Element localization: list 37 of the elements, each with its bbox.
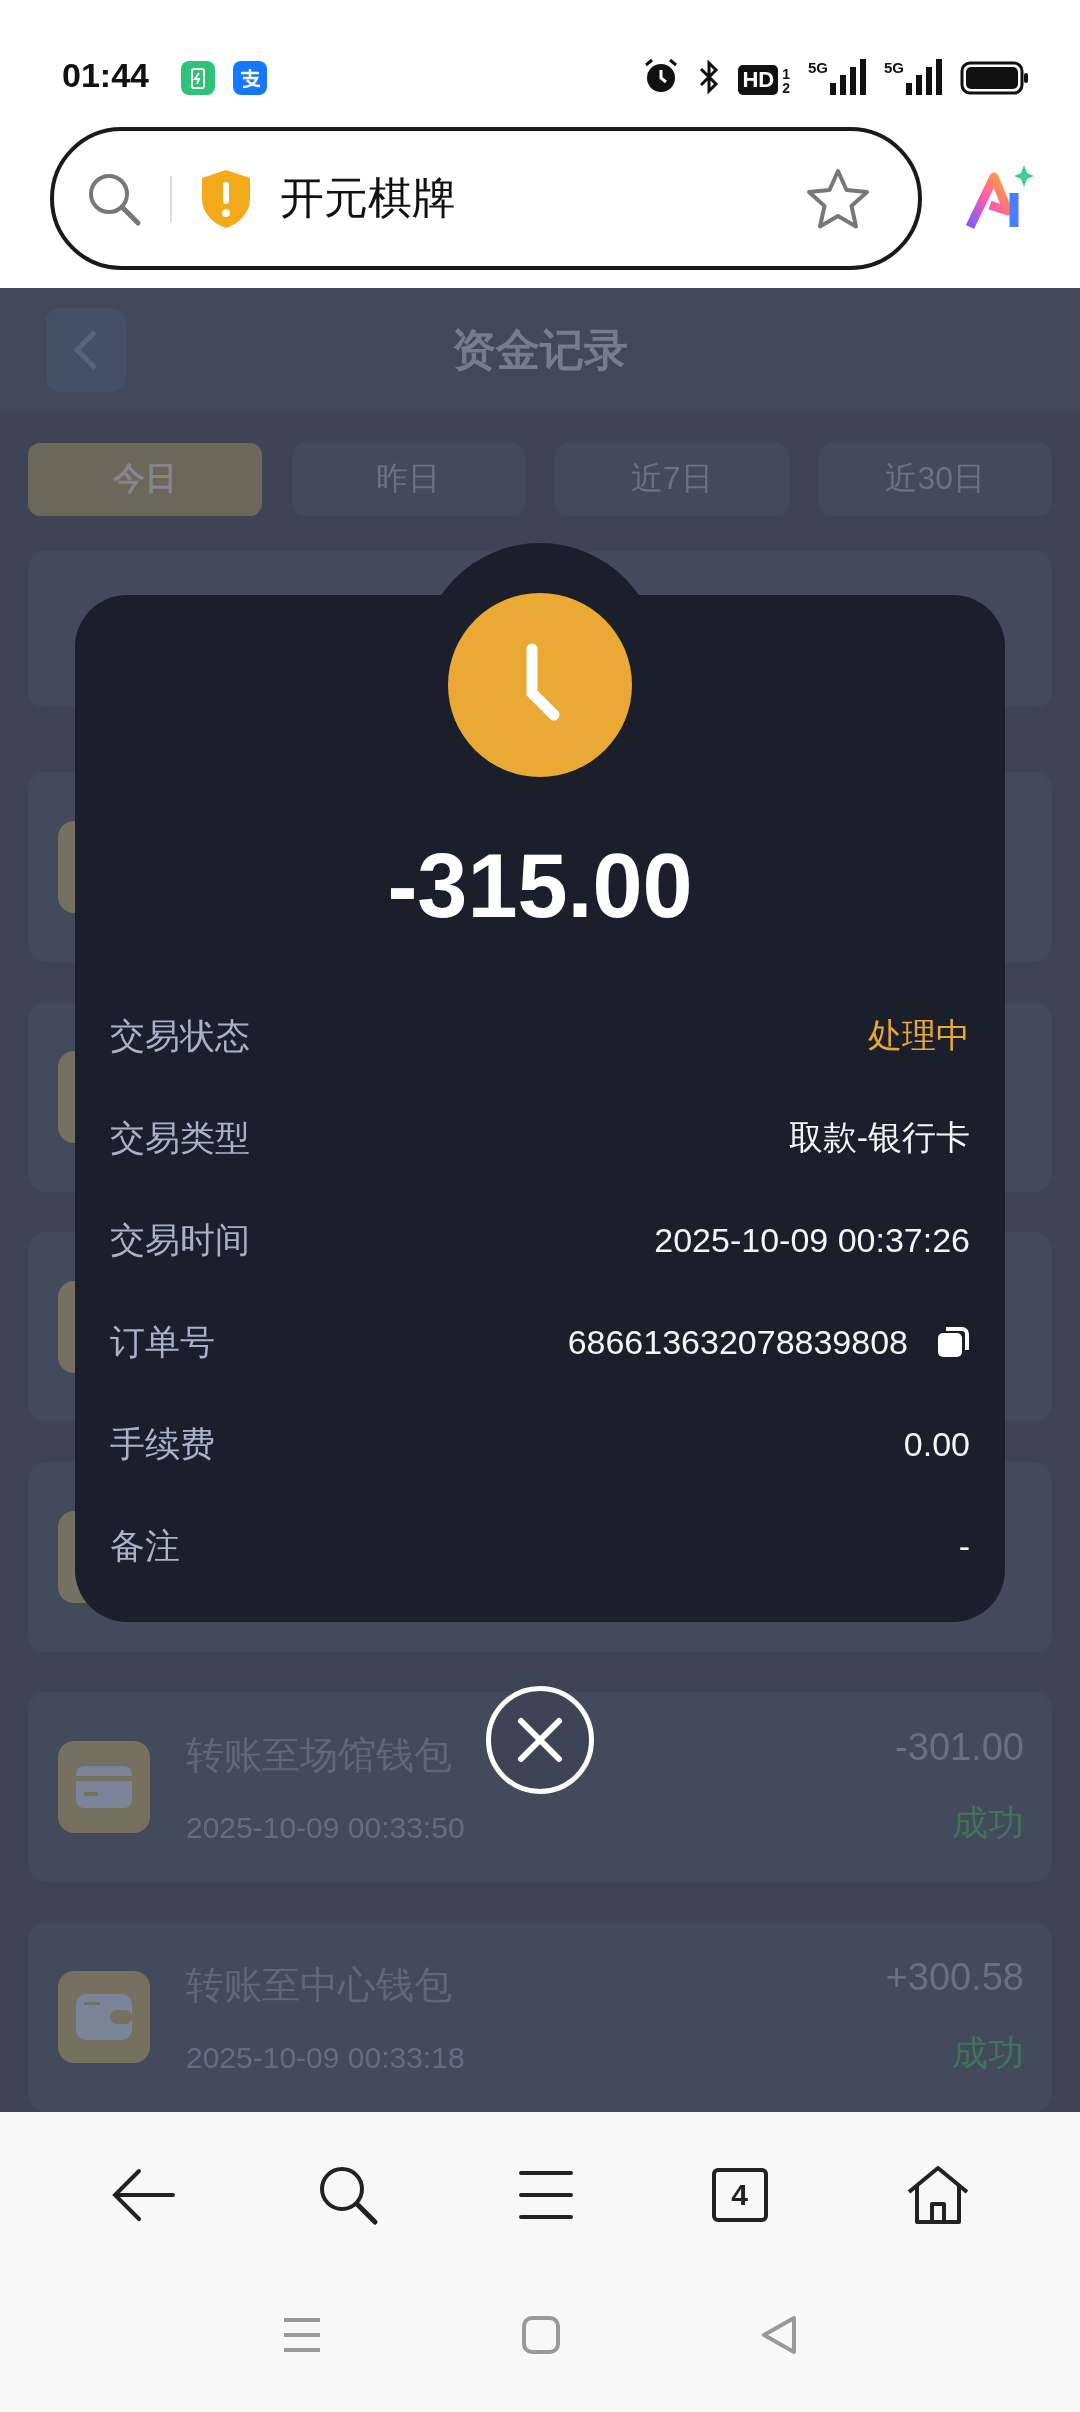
detail-value: 686613632078839808 [567, 1322, 908, 1362]
sim-slot-label: 1 [782, 67, 790, 81]
bluetooth-icon [698, 59, 721, 95]
card-icon [74, 1764, 134, 1810]
signal-icon [906, 59, 942, 95]
transaction-amount: -315.00 [386, 835, 694, 938]
wallet-icon [74, 1992, 134, 2042]
home-square-icon[interactable] [522, 2315, 560, 2354]
detail-value: 2025-10-09 00:37:26 [654, 1220, 970, 1260]
signal-icon [830, 59, 866, 95]
sim-slot-label: 2 [782, 81, 790, 95]
detail-value: - [958, 1526, 970, 1566]
status-value: 处理中 [868, 1015, 970, 1056]
clock-icon [448, 593, 632, 777]
detail-label: 交易状态 [110, 1014, 250, 1057]
detail-value: 0.00 [903, 1424, 970, 1464]
detail-label: 交易时间 [110, 1218, 250, 1261]
network-label: 5G [807, 59, 828, 76]
address-text: 开元棋牌 [280, 172, 457, 224]
copy-icon[interactable] [936, 1325, 970, 1359]
detail-label: 手续费 [110, 1422, 215, 1465]
network-label: 5G [884, 59, 904, 76]
payment-app-icon [232, 61, 267, 95]
battery-app-icon [180, 61, 215, 95]
tab-count-button[interactable]: 4 [711, 2167, 768, 2222]
close-icon [515, 1715, 565, 1765]
back-triangle-icon[interactable] [760, 2314, 798, 2355]
hd-badge: HD [738, 65, 779, 95]
address-bar[interactable]: 开元棋牌 [50, 127, 922, 270]
battery-icon [960, 61, 1030, 95]
detail-value: 取款-银行卡 [788, 1117, 970, 1158]
status-time: 01:44 [62, 56, 149, 95]
detail-label: 交易类型 [110, 1116, 250, 1159]
star-icon[interactable] [806, 167, 870, 230]
detail-label: 备注 [110, 1524, 180, 1567]
detail-label: 订单号 [110, 1320, 215, 1363]
menu-icon[interactable] [518, 2168, 574, 2221]
